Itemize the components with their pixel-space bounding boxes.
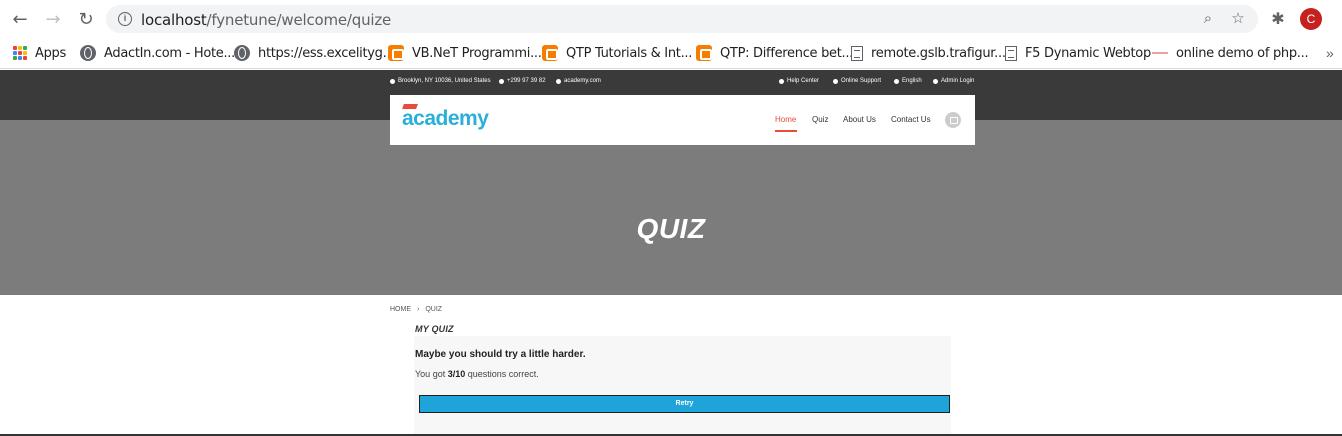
headset-icon [833, 78, 838, 84]
user-icon [933, 78, 938, 84]
online-support-link[interactable]: Online Support [833, 78, 881, 84]
blogger-icon [542, 45, 558, 61]
forward-arrow-icon[interactable]: → [43, 9, 63, 30]
active-nav-underline [775, 130, 797, 132]
globe-icon [234, 45, 250, 61]
phone-icon [499, 78, 504, 84]
bookmark-item[interactable]: QTP Tutorials & Int... [542, 43, 692, 63]
dash-icon [1152, 52, 1168, 54]
help-center-link[interactable]: Help Center [779, 78, 819, 84]
location-pin-icon [390, 78, 395, 84]
hero-banner: QUIZ [0, 120, 1342, 295]
apps-grid-icon [13, 46, 27, 60]
hero-title: QUIZ [636, 213, 706, 244]
site-navbar: academy Home Quiz About Us Contact Us [390, 95, 975, 145]
result-title: Maybe you should try a little harder. [415, 349, 586, 360]
bookmark-apps[interactable]: Apps [13, 43, 66, 63]
site-logo[interactable]: academy [402, 104, 489, 131]
language-icon [894, 78, 899, 84]
quiz-result-panel: Maybe you should try a little harder. Yo… [414, 336, 951, 436]
bookmark-item[interactable]: https://ess.excelityg... [234, 43, 394, 63]
nav-quiz[interactable]: Quiz [812, 115, 828, 124]
breadcrumb-home[interactable]: HOME [390, 306, 411, 313]
globe-icon [556, 78, 561, 84]
phone-info: +299 97 39 82 [499, 78, 546, 84]
bookmark-item[interactable]: QTP: Difference bet... [696, 43, 853, 63]
info-icon[interactable]: i [118, 12, 132, 26]
address-bar[interactable]: i localhost/fynetune/welcome/quize ⌕ ☆ [106, 5, 1258, 33]
breadcrumb-separator: › [417, 306, 420, 313]
url-text[interactable]: localhost/fynetune/welcome/quize [141, 11, 391, 29]
document-icon [1005, 45, 1017, 61]
bookmark-item[interactable]: remote.gslb.trafigur... [851, 43, 1006, 63]
nav-about-us[interactable]: About Us [843, 115, 876, 124]
result-text: You got 3/10 questions correct. [415, 369, 539, 379]
help-icon [779, 78, 784, 84]
bookmark-star-icon[interactable]: ☆ [1228, 9, 1248, 29]
nav-contact-us[interactable]: Contact Us [891, 115, 931, 124]
score-value: 3/10 [447, 369, 466, 379]
breadcrumb-current: QUIZ [425, 306, 443, 313]
zoom-icon[interactable]: ⌕ [1198, 9, 1218, 29]
blogger-icon [696, 45, 712, 61]
bookmark-item[interactable]: VB.NeT Programmi... [388, 43, 542, 63]
bookmark-item[interactable]: online demo of php... [1152, 43, 1309, 63]
retry-button[interactable]: Retry [419, 395, 950, 413]
admin-login-link[interactable]: Admin Login [933, 78, 974, 84]
address-info: Brooklyn, NY 10036, United States [390, 78, 491, 84]
browser-toolbar: ← → ↻ i localhost/fynetune/welcome/quize… [0, 0, 1342, 38]
section-title: MY QUIZ [415, 324, 454, 334]
bookmarks-bar: Apps AdactIn.com - Hote... https://ess.e… [0, 38, 1342, 69]
website-info[interactable]: academy.com [556, 78, 601, 84]
extensions-puzzle-icon[interactable]: ✱ [1268, 9, 1288, 29]
language-link[interactable]: English [894, 78, 922, 84]
bookmark-item[interactable]: AdactIn.com - Hote... [80, 43, 235, 63]
cart-icon[interactable] [945, 112, 961, 128]
document-icon [851, 45, 863, 61]
nav-home[interactable]: Home [775, 115, 796, 124]
breadcrumb: HOME › QUIZ [390, 306, 442, 313]
graduation-cap-icon [402, 104, 418, 109]
back-arrow-icon[interactable]: ← [10, 9, 30, 30]
more-bookmarks-chevron-icon[interactable]: » [1326, 45, 1334, 61]
reload-icon[interactable]: ↻ [76, 9, 96, 30]
blogger-icon [388, 45, 404, 61]
web-page: Brooklyn, NY 10036, United States +299 9… [0, 70, 1342, 436]
profile-avatar[interactable]: C [1300, 8, 1322, 30]
globe-icon [80, 45, 96, 61]
bookmark-item[interactable]: F5 Dynamic Webtop [1005, 43, 1151, 63]
